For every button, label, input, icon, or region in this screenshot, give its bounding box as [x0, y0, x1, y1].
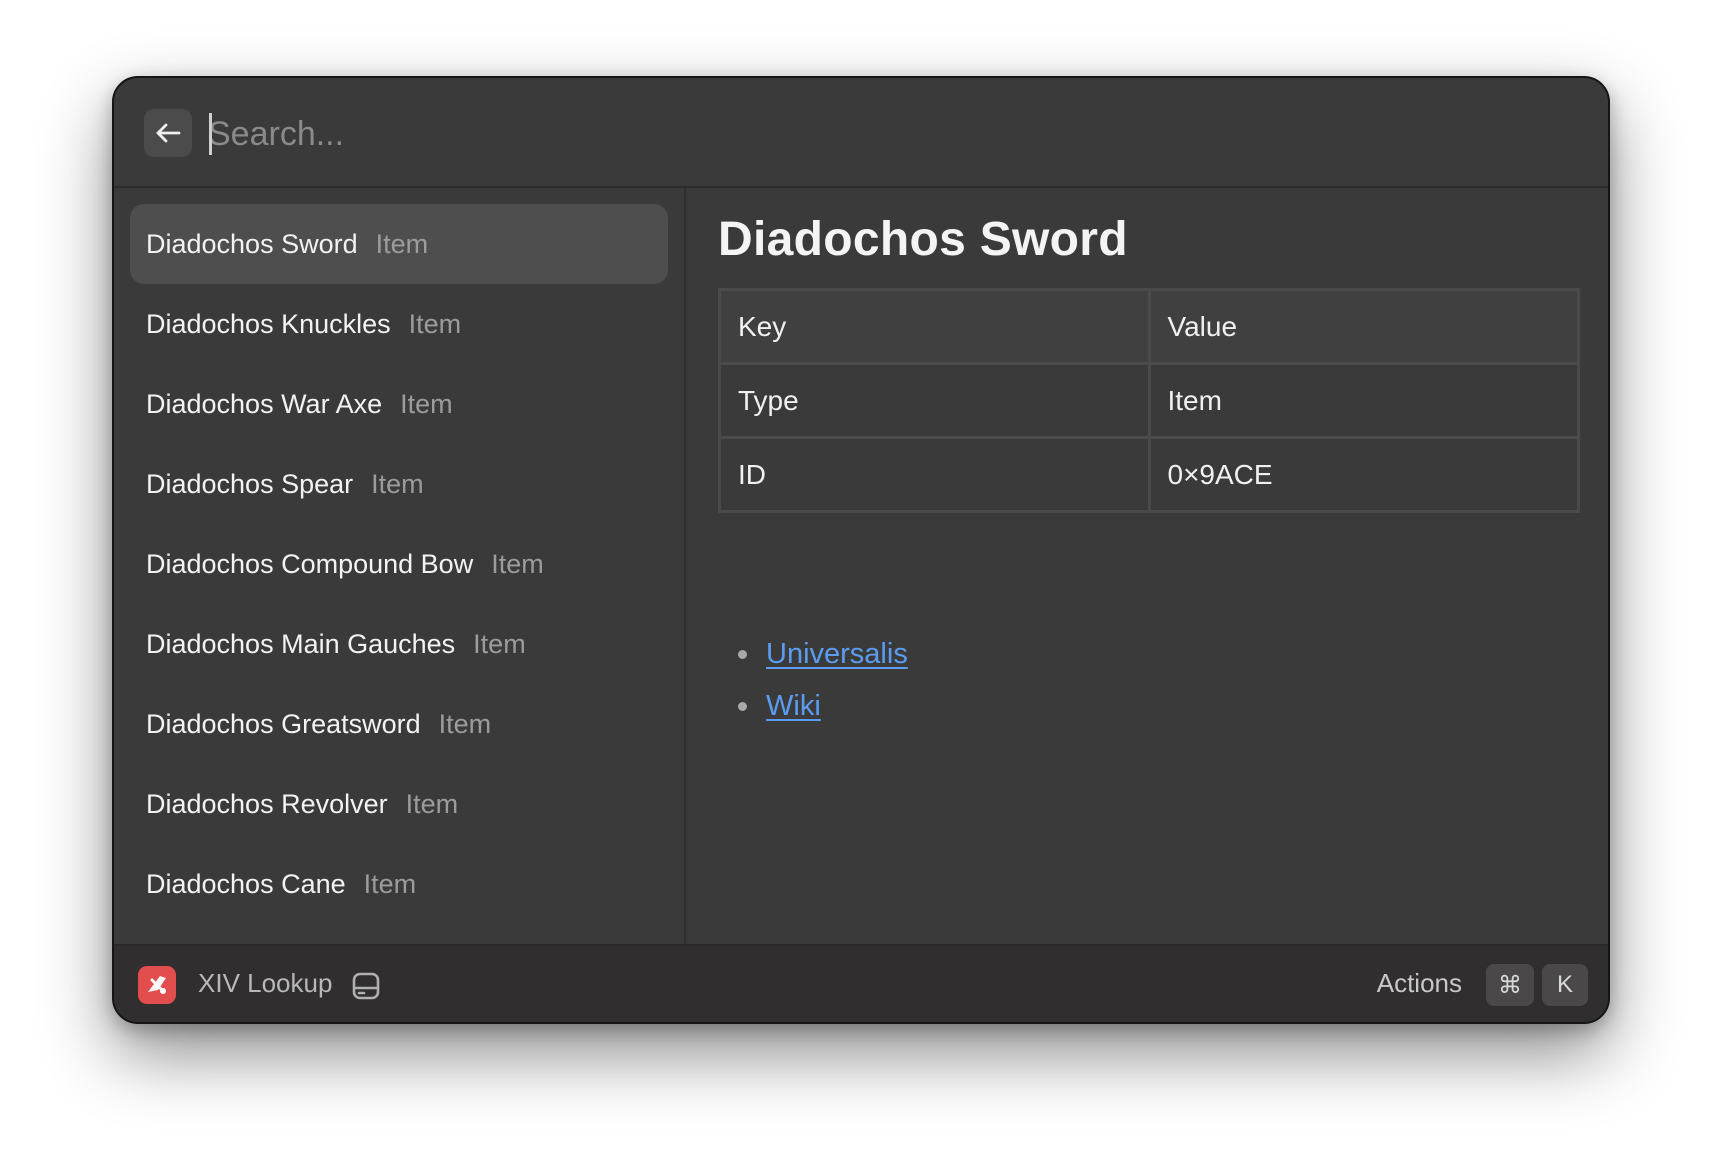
list-item-subtitle: Item — [371, 468, 424, 499]
metadata-table: Key Value Type Item ID 0×9ACE — [718, 288, 1580, 513]
list-item[interactable]: Diadochos Spear Item — [130, 444, 668, 524]
bullet-icon — [738, 702, 747, 711]
k-key-badge: K — [1542, 964, 1588, 1006]
xiv-lookup-app-icon — [138, 966, 176, 1004]
list-item: Wiki — [718, 680, 908, 732]
text-caret — [209, 113, 212, 155]
list-item-subtitle: Item — [473, 628, 526, 659]
footer-bar: XIV Lookup Actions ⌘ K — [114, 944, 1608, 1022]
list-item-title: Diadochos Sword — [146, 228, 358, 259]
list-item[interactable]: Diadochos Knuckles Item — [130, 284, 668, 364]
list-item-title: Diadochos Spear — [146, 468, 354, 499]
table-row: ID 0×9ACE — [718, 436, 1580, 513]
list-item[interactable]: Diadochos Revolver Item — [130, 764, 668, 844]
wiki-link[interactable]: Wiki — [766, 690, 821, 723]
list-item-title: Diadochos Greatsword — [146, 708, 421, 739]
list-item-subtitle: Item — [491, 548, 544, 579]
list-item[interactable]: Diadochos Cane Item — [130, 844, 668, 924]
search-bar — [114, 78, 1608, 188]
list-item-subtitle: Item — [400, 388, 453, 419]
list-item[interactable]: Diadochos Compound Bow Item — [130, 524, 668, 604]
list-item-subtitle: Item — [438, 708, 492, 739]
universalis-link[interactable]: Universalis — [766, 638, 908, 671]
bullet-icon — [738, 650, 747, 659]
list-item-title: Diadochos Revolver — [146, 788, 388, 819]
list-item[interactable]: Diadochos Sword Item — [130, 204, 668, 284]
table-header-key: Key — [718, 288, 1151, 365]
search-input[interactable] — [208, 106, 1508, 162]
list-item-title: Diadochos War Axe — [146, 388, 383, 419]
list-item[interactable]: Diadochos Main Gauches Item — [130, 604, 668, 684]
command-key-badge: ⌘ — [1486, 964, 1534, 1006]
list-item-subtitle: Item — [375, 228, 429, 259]
hard-drive-icon[interactable] — [350, 970, 382, 1002]
launcher-window: Diadochos Sword Item Diadochos Knuckles … — [112, 76, 1610, 1024]
detail-title: Diadochos Sword — [718, 213, 1128, 266]
actions-button[interactable]: Actions — [1377, 968, 1462, 999]
arrow-left-icon — [156, 123, 181, 143]
list-item-title: Diadochos Main Gauches — [146, 628, 456, 659]
back-button[interactable] — [144, 109, 192, 157]
table-cell: Item — [1147, 362, 1580, 439]
table-header-row: Key Value — [718, 288, 1580, 365]
list-item[interactable]: Diadochos Greatsword Item — [130, 684, 668, 764]
list-item: Universalis — [718, 628, 908, 680]
list-item-subtitle: Item — [363, 868, 417, 899]
table-cell: 0×9ACE — [1147, 436, 1580, 513]
results-list: Diadochos Sword Item Diadochos Knuckles … — [114, 188, 686, 946]
list-item-title: Diadochos Cane — [146, 868, 346, 899]
app-name: XIV Lookup — [198, 968, 333, 998]
table-cell: ID — [718, 436, 1151, 513]
table-row: Type Item — [718, 362, 1580, 439]
links-list: Universalis Wiki — [718, 628, 908, 732]
detail-pane: Diadochos Sword Key Value Type Item ID 0… — [686, 188, 1608, 946]
list-item-subtitle: Item — [405, 788, 459, 819]
list-item[interactable]: Diadochos War Axe Item — [130, 364, 668, 444]
list-item-title: Diadochos Compound Bow — [146, 548, 474, 579]
list-item-title: Diadochos Knuckles — [146, 308, 391, 339]
list-item-subtitle: Item — [408, 308, 462, 339]
table-header-value: Value — [1147, 288, 1580, 365]
table-cell: Type — [718, 362, 1151, 439]
